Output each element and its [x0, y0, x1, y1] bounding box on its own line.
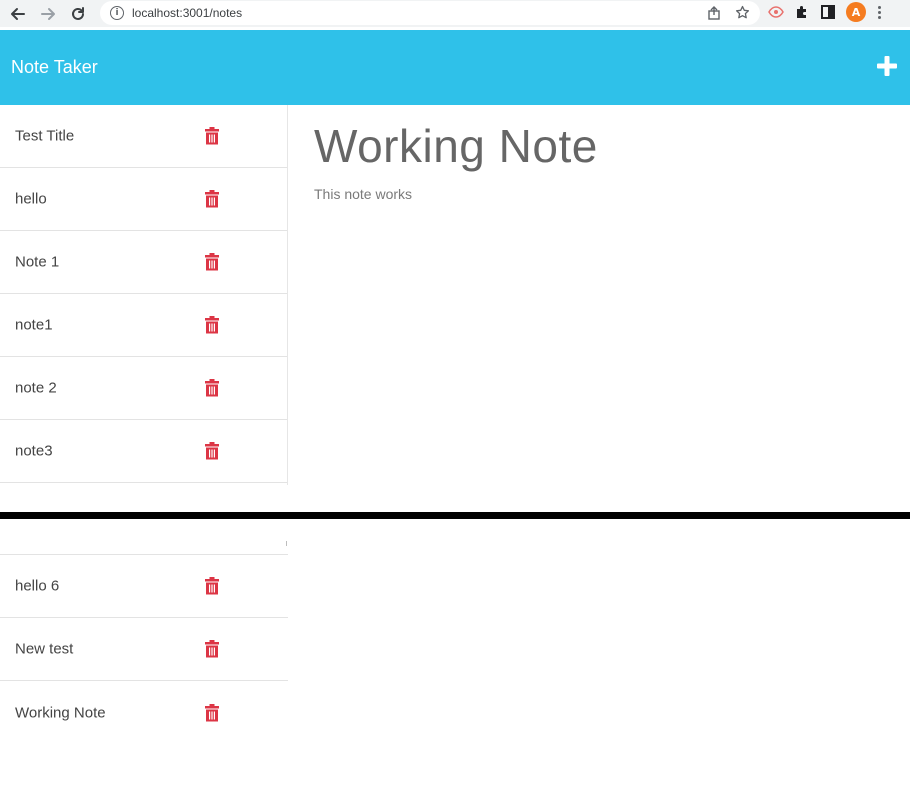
note-list-title[interactable]: note 2	[15, 380, 57, 397]
note-title-field[interactable]: Working Note	[314, 119, 598, 173]
back-button[interactable]	[6, 3, 30, 25]
reload-icon	[72, 6, 84, 20]
note-list-item[interactable]: Working Note	[0, 681, 288, 744]
trash-icon[interactable]	[204, 577, 220, 595]
note-list-continued: hello 6 New test Working Note	[0, 555, 288, 744]
plus-icon[interactable]	[876, 55, 898, 77]
note-list-title[interactable]: hello	[15, 191, 47, 208]
note-list-title[interactable]: Note 1	[15, 254, 59, 271]
note-list-title[interactable]: Test Title	[15, 128, 74, 145]
note-list-item[interactable]: hello 6	[0, 555, 288, 618]
note-list-title[interactable]: New test	[15, 641, 73, 658]
trash-icon[interactable]	[204, 640, 220, 658]
note-list-title[interactable]: note1	[15, 317, 53, 334]
note-editor: Working Note This note works	[289, 105, 910, 485]
side-panel-icon[interactable]	[820, 4, 836, 20]
trash-icon[interactable]	[204, 379, 220, 397]
note-list-item[interactable]: note 2	[0, 357, 287, 420]
app-navbar: Note Taker	[0, 30, 910, 105]
forward-button[interactable]	[36, 3, 60, 25]
extension-eye-icon[interactable]	[768, 4, 784, 20]
bookmark-star-icon[interactable]	[735, 5, 750, 20]
url-text: localhost:3001/notes	[132, 6, 243, 20]
note-list-item[interactable]: Test Title	[0, 105, 287, 168]
site-info-icon[interactable]: i	[110, 6, 124, 20]
address-bar[interactable]: i localhost:3001/notes	[100, 1, 760, 25]
brand-title[interactable]: Note Taker	[11, 57, 98, 78]
trash-icon[interactable]	[204, 127, 220, 145]
share-icon[interactable]	[707, 5, 721, 20]
note-list: Test Title hello Note 1 note1 note 2 not…	[0, 105, 288, 485]
extensions-puzzle-icon[interactable]	[794, 4, 810, 20]
browser-menu-icon[interactable]	[878, 5, 881, 19]
arrow-left-icon	[11, 7, 25, 20]
note-list-item[interactable]: New test	[0, 618, 288, 681]
note-list-item[interactable]: note1	[0, 294, 287, 357]
note-list-title[interactable]: Working Note	[15, 704, 106, 721]
note-text-field[interactable]: This note works	[314, 186, 412, 202]
note-list-item[interactable]: hello	[0, 168, 287, 231]
reload-button[interactable]	[66, 3, 90, 25]
note-list-item[interactable]: Note 1	[0, 231, 287, 294]
arrow-right-icon	[41, 7, 55, 20]
profile-avatar[interactable]: A	[846, 2, 866, 22]
trash-icon[interactable]	[204, 703, 220, 722]
note-list-item[interactable]: note3	[0, 420, 287, 483]
trash-icon[interactable]	[204, 442, 220, 460]
trash-icon[interactable]	[204, 253, 220, 271]
trash-icon[interactable]	[204, 190, 220, 208]
screenshot-divider	[0, 512, 910, 519]
note-list-title[interactable]: note3	[15, 443, 53, 460]
note-list-title[interactable]: hello 6	[15, 578, 59, 595]
browser-toolbar: i localhost:3001/notes A	[0, 0, 910, 27]
trash-icon[interactable]	[204, 316, 220, 334]
scroll-marker	[286, 541, 287, 546]
